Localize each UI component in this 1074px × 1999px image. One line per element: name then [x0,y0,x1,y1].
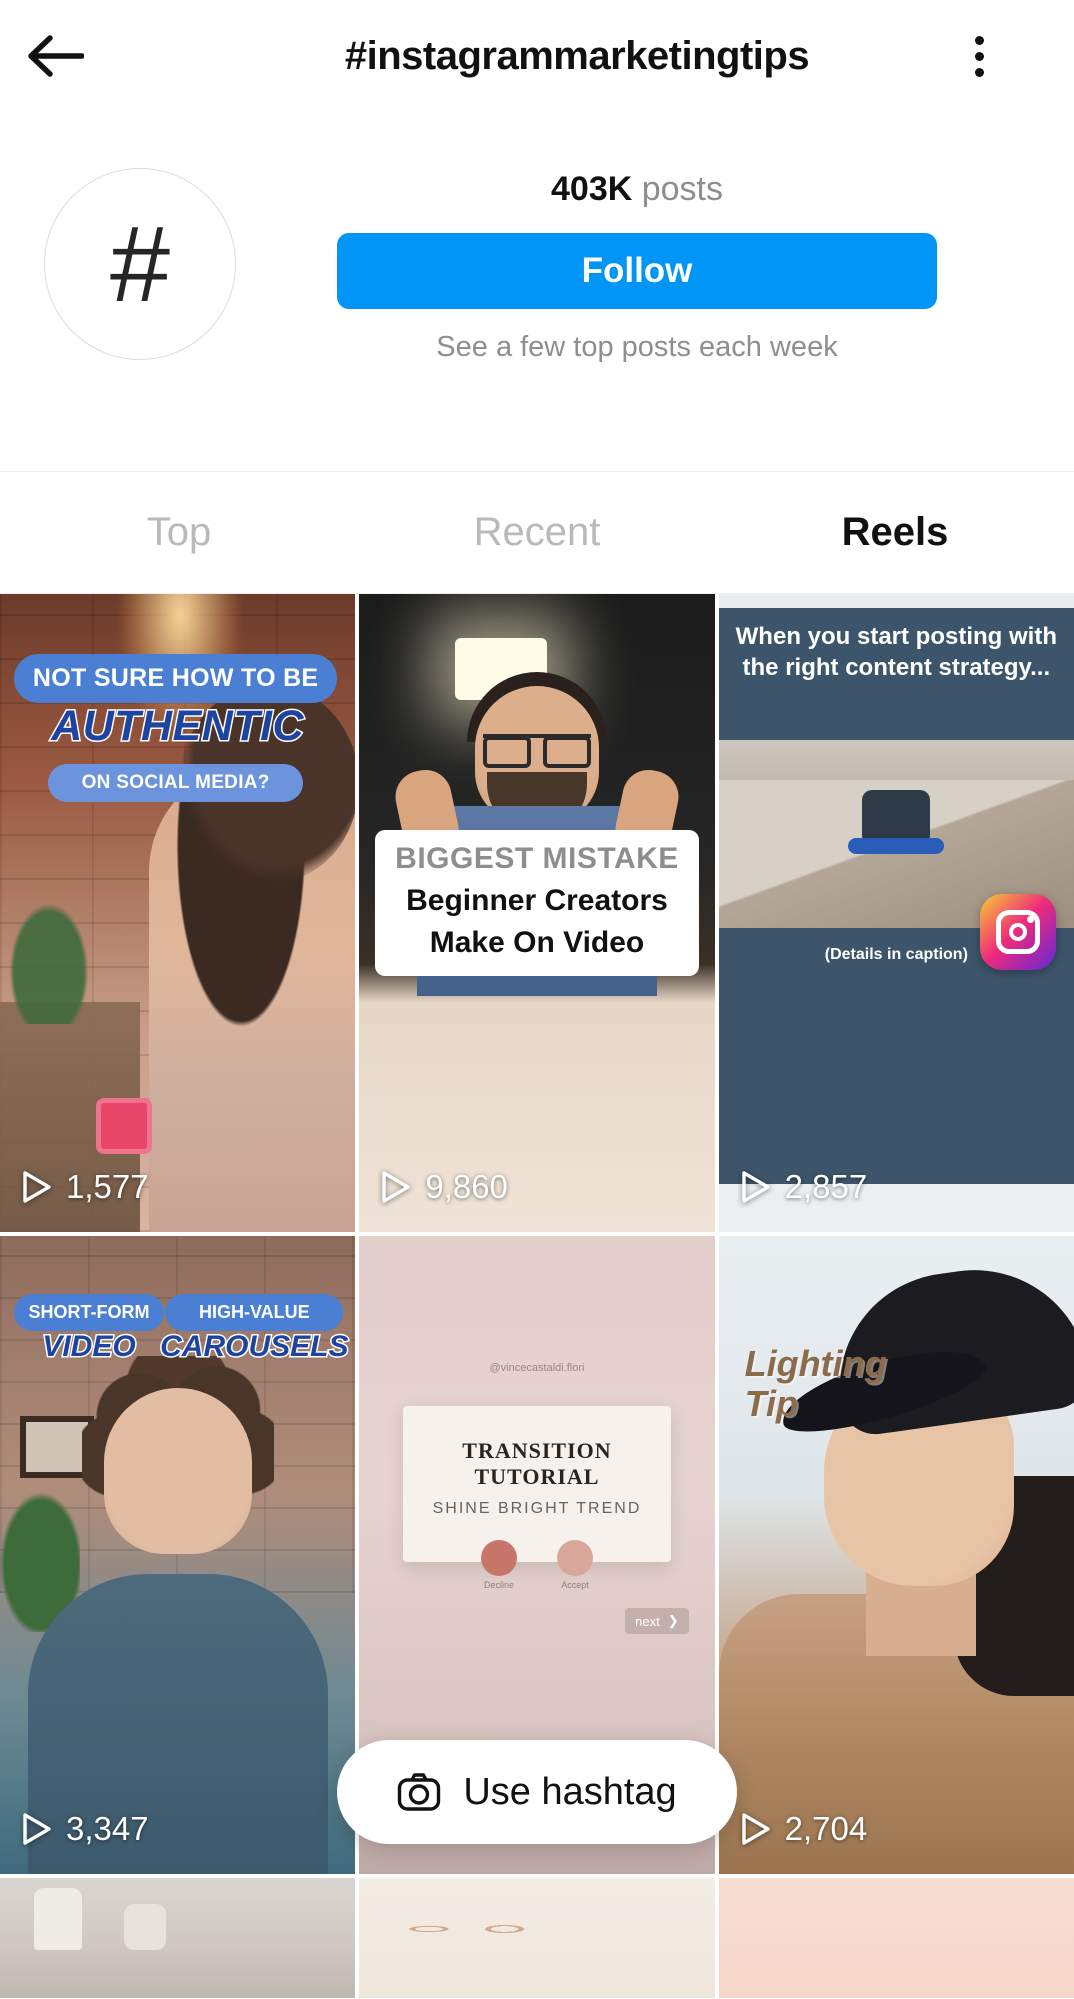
reel-overlay-text: Lighting Tip [745,1344,887,1425]
reel-overlay-text: ON SOCIAL MEDIA? [48,764,303,802]
reel-overlay-text: NOT SURE HOW TO BE [14,654,337,703]
instagram-icon-dot [1027,916,1034,923]
reel-overlay-text: HIGH-VALUE [165,1294,343,1331]
reel-view-count-value: 2,704 [785,1810,868,1848]
reel-artwork [124,1904,166,1950]
hashtag-avatar: # [44,168,236,360]
reel-view-count-value: 2,857 [785,1168,868,1206]
reel-overlay-text: TRANSITION TUTORIAL [403,1438,670,1490]
profile-details: 403K posts Follow See a few top posts ea… [280,150,1074,364]
reel-view-count-value: 3,347 [66,1810,149,1848]
use-hashtag-label: Use hashtag [463,1771,676,1814]
instagram-icon-lens [1009,923,1027,941]
use-hashtag-button[interactable]: Use hashtag [337,1740,737,1844]
more-options-icon [975,36,984,45]
reel-overlay-text: Decline [481,1580,517,1590]
reel-view-count-value: 1,577 [66,1168,149,1206]
avatar-container: # [0,150,280,360]
back-button[interactable] [0,0,110,112]
follow-button[interactable]: Follow [337,233,937,309]
instagram-hashtag-screen: #instagrammarketingtips # 403K posts Fol… [0,0,1074,1999]
reel-artwork [483,734,591,756]
reel-overlay-text: Tip [745,1384,887,1424]
reel-thumbnail[interactable] [359,1878,714,1998]
posts-count-line: 403K posts [551,170,723,209]
content-tabs: Top Recent Reels [0,472,1074,594]
reel-thumbnail[interactable] [719,1878,1074,1998]
reel-overlay-card: BIGGEST MISTAKE Beginner Creators Make O… [375,830,698,976]
reel-artwork: Decline [481,1540,517,1590]
reel-overlay-text: @vincecastaldi.flori [359,1362,714,1374]
reel-overlay-text: BIGGEST MISTAKE [383,842,690,876]
posts-count-label: posts [642,170,723,208]
reel-thumbnail[interactable]: SHORT-FORM VIDEO HIGH-VALUE CAROUSELS 3,… [0,1236,355,1874]
more-options-icon [975,68,984,77]
reel-view-count: 1,577 [22,1168,149,1206]
posts-count-value: 403K [551,170,632,208]
more-options-icon [975,52,984,61]
reel-overlay-text: AUTHENTIC [0,702,355,751]
play-icon [741,1170,771,1204]
chevron-right-icon: ❯ [668,1613,679,1629]
reel-artwork [848,838,944,854]
reel-overlay-text: next ❯ [625,1608,688,1634]
reel-thumbnail[interactable]: Lighting Tip 2,704 [719,1236,1074,1874]
play-icon [22,1812,52,1846]
reel-artwork: Accept [557,1540,593,1590]
reel-artwork [104,1388,252,1554]
reel-thumbnail[interactable] [0,1878,355,1998]
tab-top[interactable]: Top [0,472,358,593]
accept-call-icon [557,1540,593,1576]
instagram-icon [980,894,1056,970]
reel-overlay-text: SHINE BRIGHT TREND [403,1500,670,1518]
reel-overlay-text: Lighting [745,1344,887,1384]
reel-thumbnail[interactable]: BIGGEST MISTAKE Beginner Creators Make O… [359,594,714,1232]
play-icon [22,1170,52,1204]
app-header: #instagrammarketingtips [0,0,1074,112]
play-icon [381,1170,411,1204]
reel-thumbnail[interactable]: When you start posting with the right co… [719,594,1074,1232]
reel-overlay-text: Accept [557,1580,593,1590]
reel-view-count: 9,860 [381,1168,508,1206]
reel-view-count: 3,347 [22,1810,149,1848]
tab-recent[interactable]: Recent [358,472,716,593]
decline-call-icon [481,1540,517,1576]
tab-reels[interactable]: Reels [716,472,1074,593]
reel-artwork: Decline Accept [403,1540,670,1590]
reel-artwork [4,894,94,1024]
reel-overlay-text: Make On Video [383,926,690,960]
reel-overlay-text: Beginner Creators [383,884,690,918]
next-label: next [635,1614,660,1629]
camera-icon [397,1772,441,1812]
play-icon [741,1812,771,1846]
reel-view-count: 2,857 [741,1168,868,1206]
reel-view-count: 2,704 [741,1810,868,1848]
reel-view-count-value: 9,860 [425,1168,508,1206]
reel-artwork [96,1098,152,1154]
reel-overlay-text: When you start posting with the right co… [731,622,1062,683]
more-options-button[interactable] [924,0,1034,112]
hashtag-profile-section: # 403K posts Follow See a few top posts … [0,112,1074,472]
reel-overlay-text: VIDEO [14,1330,164,1364]
follow-note: See a few top posts each week [436,331,837,364]
reel-overlay-text: SHORT-FORM [14,1294,164,1331]
reel-artwork [34,1888,82,1950]
back-arrow-icon [26,34,84,78]
reel-overlay-card: TRANSITION TUTORIAL SHINE BRIGHT TREND D… [403,1406,670,1562]
reel-overlay-text: CAROUSELS [159,1330,349,1364]
reel-thumbnail[interactable]: NOT SURE HOW TO BE AUTHENTIC ON SOCIAL M… [0,594,355,1232]
reel-artwork [393,1906,573,1952]
